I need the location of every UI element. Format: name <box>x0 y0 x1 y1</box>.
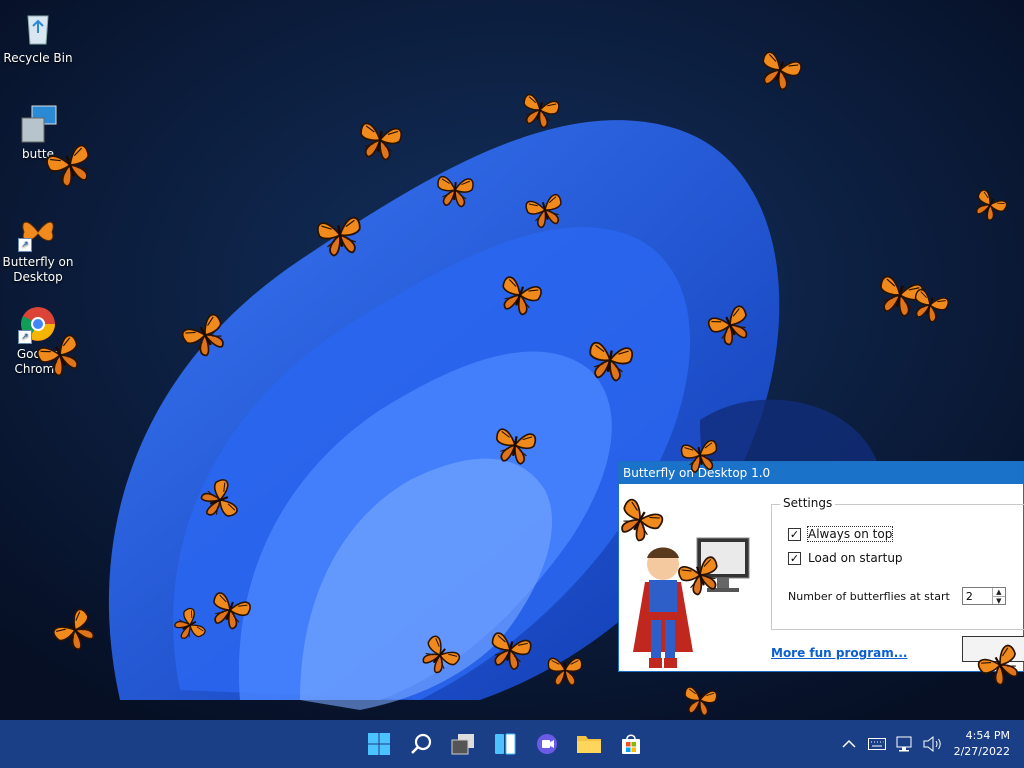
butterfly-shortcut-icon: ↗ <box>18 212 58 252</box>
number-of-butterflies-stepper[interactable]: ▲ ▼ <box>961 587 1006 605</box>
butterfly-icon <box>684 686 718 717</box>
volume-button[interactable] <box>922 733 944 755</box>
always-on-top-label[interactable]: Always on top <box>806 526 894 542</box>
butterfly-icon <box>496 428 537 465</box>
taskbar-apps <box>360 720 650 768</box>
load-on-startup-label[interactable]: Load on startup <box>808 551 903 565</box>
desktop-icon-recycle-bin[interactable]: Recycle Bin <box>0 8 76 66</box>
load-on-startup-checkbox-row[interactable]: ✓ Load on startup <box>788 551 903 565</box>
always-on-top-checkbox[interactable]: ✓ <box>788 527 801 541</box>
settings-label: Settings <box>780 496 836 510</box>
network-icon <box>896 736 912 752</box>
installer-icon <box>18 104 58 144</box>
butterfly-icon <box>437 175 474 208</box>
always-on-top-checkbox-row[interactable]: ✓ Always on top <box>788 526 894 542</box>
load-on-startup-checkbox[interactable]: ✓ <box>788 551 801 565</box>
stepper-up-icon[interactable]: ▲ <box>992 588 1005 597</box>
input-indicator-button[interactable] <box>866 733 888 755</box>
start-icon <box>368 733 390 755</box>
task-view-button[interactable] <box>444 725 482 763</box>
butterfly-icon <box>680 439 718 473</box>
settings-groupbox: Settings ✓ Always on top ✓ Load on start… <box>771 496 1024 630</box>
clock-date: 2/27/2022 <box>953 745 1010 758</box>
file-explorer-button[interactable] <box>570 725 608 763</box>
taskbar: 4:54 PM 2/27/2022 <box>0 720 1024 768</box>
dialog-title[interactable]: Butterfly on Desktop 1.0 <box>619 462 1023 484</box>
butterfly-icon <box>589 341 633 382</box>
number-of-butterflies-label: Number of butterflies at start <box>788 589 950 603</box>
widgets-button[interactable] <box>486 725 524 763</box>
chat-icon <box>537 734 557 754</box>
clock[interactable]: 4:54 PM 2/27/2022 <box>954 728 1010 760</box>
system-tray: 4:54 PM 2/27/2022 <box>838 720 1024 768</box>
butterfly-icon <box>547 657 583 686</box>
microsoft-store-button[interactable] <box>612 725 650 763</box>
more-fun-program-link[interactable]: More fun program... <box>771 646 907 660</box>
volume-icon <box>923 736 941 752</box>
recycle-bin-icon <box>18 8 58 48</box>
clock-time: 4:54 PM <box>965 729 1010 742</box>
network-button[interactable] <box>894 733 916 755</box>
stepper-down-icon[interactable]: ▼ <box>993 597 1005 605</box>
chat-button[interactable] <box>528 725 566 763</box>
keyboard-icon <box>867 738 886 750</box>
show-hidden-icons-button[interactable] <box>838 733 860 755</box>
desktop-icon-label: Recycle Bin <box>3 51 73 65</box>
number-of-butterflies-input[interactable] <box>962 589 992 603</box>
search-icon <box>411 733 432 754</box>
file-explorer-icon <box>577 736 601 753</box>
number-of-butterflies-row: Number of butterflies at start ▲ ▼ <box>788 587 1006 605</box>
microsoft-store-icon <box>622 734 640 754</box>
butterfly-icon <box>360 122 402 161</box>
shortcut-arrow-icon: ↗ <box>18 330 32 344</box>
desktop-icon-butterfly-on-desktop[interactable]: ↗ Butterfly on Desktop <box>0 212 76 285</box>
chevron-up-icon <box>842 739 856 748</box>
desktop-icon-label: Butterfly on Desktop <box>2 255 74 284</box>
task-view-icon <box>451 734 474 755</box>
butterfly-icon <box>317 216 361 257</box>
start-button[interactable] <box>360 725 398 763</box>
widgets-icon <box>495 733 516 755</box>
shortcut-arrow-icon: ↗ <box>18 238 32 252</box>
search-button[interactable] <box>402 725 440 763</box>
